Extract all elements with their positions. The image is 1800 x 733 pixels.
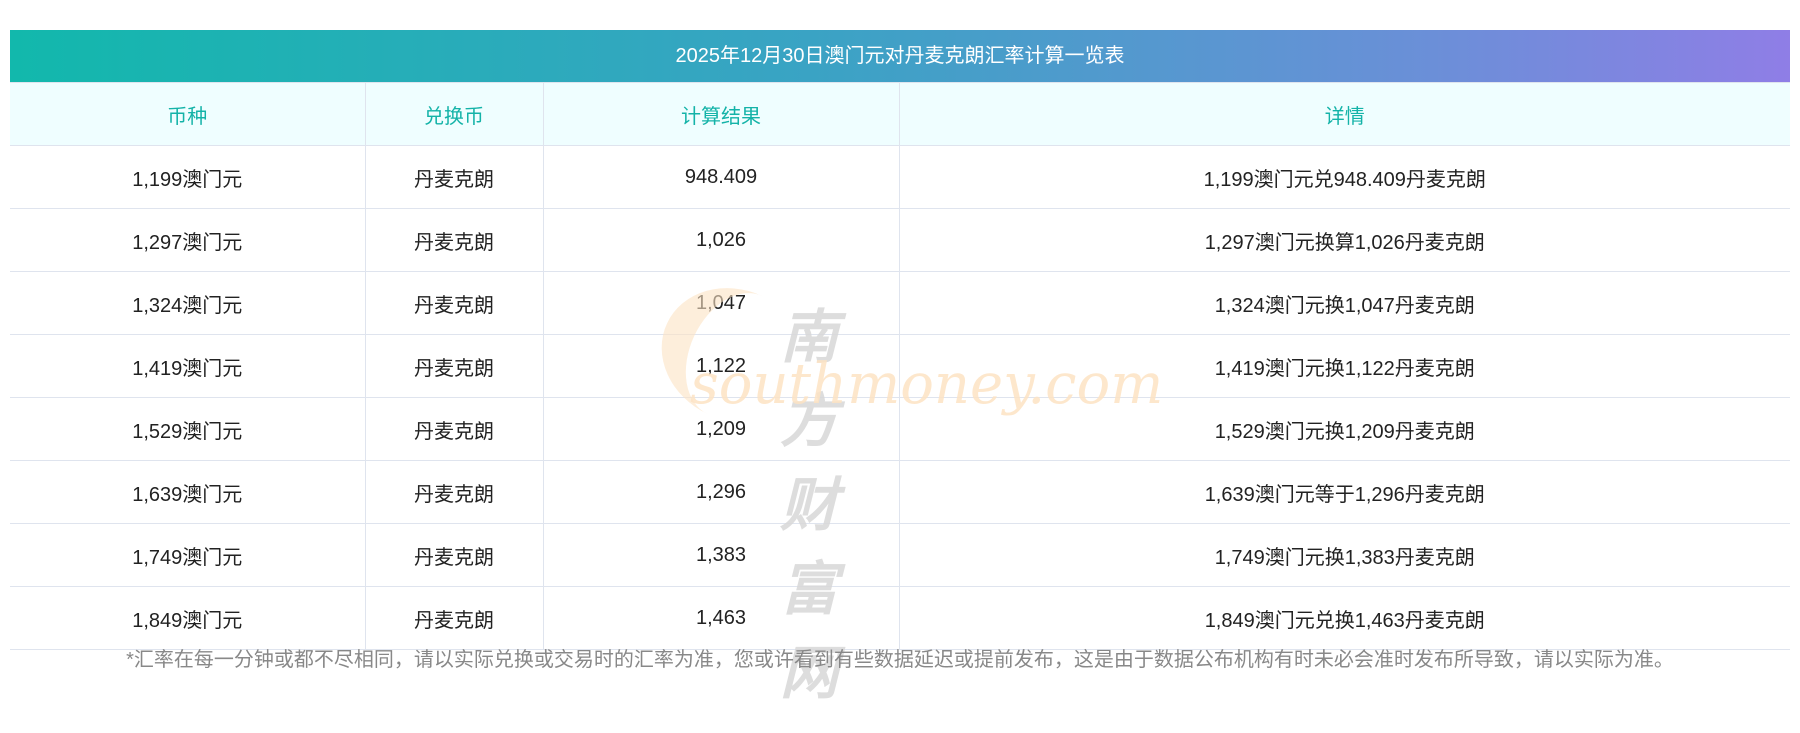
cell-target-currency: 丹麦克朗 <box>364 208 544 272</box>
cell-amount: 1,639澳门元 <box>10 460 366 524</box>
cell-result: 1,047 <box>542 271 900 335</box>
cell-details: 1,199澳门元兑948.409丹麦克朗 <box>898 145 1790 209</box>
cell-amount: 1,749澳门元 <box>10 523 366 587</box>
table-row: 1,297澳门元 丹麦克朗 1,026 1,297澳门元换算1,026丹麦克朗 <box>10 208 1790 272</box>
table-row: 1,849澳门元 丹麦克朗 1,463 1,849澳门元兑换1,463丹麦克朗 <box>10 586 1790 650</box>
rate-table: 币种 兑换币 计算结果 详情 1,199澳门元 丹麦克朗 948.409 1,199澳… <box>10 82 1790 650</box>
cell-amount: 1,849澳门元 <box>10 586 366 650</box>
cell-amount: 1,529澳门元 <box>10 397 366 461</box>
table-row: 1,199澳门元 丹麦克朗 948.409 1,199澳门元兑948.409丹麦克朗 <box>10 145 1790 209</box>
cell-target-currency: 丹麦克朗 <box>364 145 544 209</box>
table-row: 1,749澳门元 丹麦克朗 1,383 1,749澳门元换1,383丹麦克朗 <box>10 523 1790 587</box>
cell-amount: 1,324澳门元 <box>10 271 366 335</box>
cell-amount: 1,297澳门元 <box>10 208 366 272</box>
cell-details: 1,529澳门元换1,209丹麦克朗 <box>898 397 1790 461</box>
table-row: 1,529澳门元 丹麦克朗 1,209 1,529澳门元换1,209丹麦克朗 <box>10 397 1790 461</box>
cell-details: 1,419澳门元换1,122丹麦克朗 <box>898 334 1790 398</box>
cell-result: 948.409 <box>542 145 900 209</box>
header-currency: 币种 <box>10 82 366 146</box>
cell-amount: 1,199澳门元 <box>10 145 366 209</box>
disclaimer-note: *汇率在每一分钟或都不尽相同，请以实际兑换或交易时的汇率为准，您或许看到有些数据… <box>126 649 1674 671</box>
table-row: 1,419澳门元 丹麦克朗 1,122 1,419澳门元换1,122丹麦克朗 <box>10 334 1790 398</box>
header-details: 详情 <box>898 82 1790 146</box>
cell-result: 1,209 <box>542 397 900 461</box>
header-result: 计算结果 <box>542 82 900 146</box>
cell-target-currency: 丹麦克朗 <box>364 397 544 461</box>
cell-details: 1,849澳门元兑换1,463丹麦克朗 <box>898 586 1790 650</box>
cell-result: 1,383 <box>542 523 900 587</box>
table-row: 1,324澳门元 丹麦克朗 1,047 1,324澳门元换1,047丹麦克朗 <box>10 271 1790 335</box>
cell-details: 1,749澳门元换1,383丹麦克朗 <box>898 523 1790 587</box>
rate-table-container: 2025年12月30日澳门元对丹麦克朗汇率计算一览表 币种 兑换币 计算结果 详… <box>10 30 1790 650</box>
cell-details: 1,324澳门元换1,047丹麦克朗 <box>898 271 1790 335</box>
table-header-row: 币种 兑换币 计算结果 详情 <box>10 82 1790 146</box>
cell-amount: 1,419澳门元 <box>10 334 366 398</box>
header-target-currency: 兑换币 <box>364 82 544 146</box>
cell-result: 1,026 <box>542 208 900 272</box>
table-row: 1,639澳门元 丹麦克朗 1,296 1,639澳门元等于1,296丹麦克朗 <box>10 460 1790 524</box>
cell-target-currency: 丹麦克朗 <box>364 586 544 650</box>
cell-result: 1,463 <box>542 586 900 650</box>
cell-details: 1,639澳门元等于1,296丹麦克朗 <box>898 460 1790 524</box>
cell-target-currency: 丹麦克朗 <box>364 271 544 335</box>
cell-details: 1,297澳门元换算1,026丹麦克朗 <box>898 208 1790 272</box>
cell-result: 1,296 <box>542 460 900 524</box>
cell-target-currency: 丹麦克朗 <box>364 460 544 524</box>
cell-result: 1,122 <box>542 334 900 398</box>
cell-target-currency: 丹麦克朗 <box>364 523 544 587</box>
table-title: 2025年12月30日澳门元对丹麦克朗汇率计算一览表 <box>10 30 1790 82</box>
cell-target-currency: 丹麦克朗 <box>364 334 544 398</box>
